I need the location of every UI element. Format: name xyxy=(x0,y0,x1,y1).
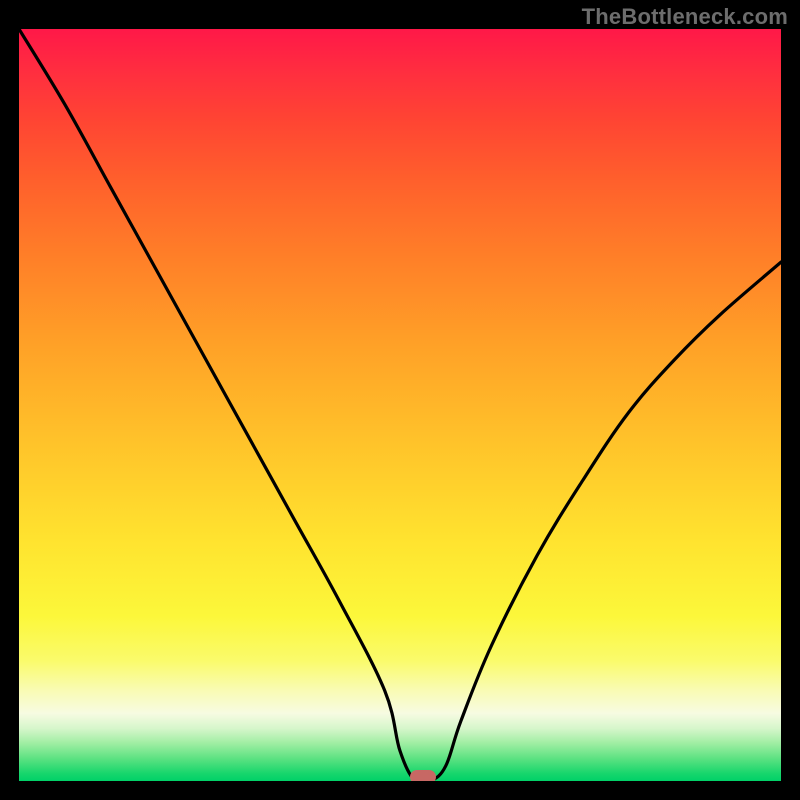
attribution-label: TheBottleneck.com xyxy=(582,4,788,30)
bottleneck-curve xyxy=(19,29,781,781)
minimum-marker xyxy=(410,770,436,781)
chart-frame: TheBottleneck.com xyxy=(0,0,800,800)
plot-area xyxy=(19,29,781,781)
